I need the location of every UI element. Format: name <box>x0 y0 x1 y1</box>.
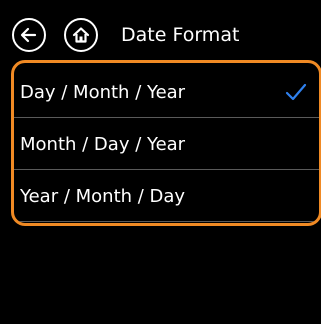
option-label: Year / Month / Day <box>20 186 186 207</box>
page-title: Date Format <box>121 24 240 46</box>
arrow-left-icon <box>20 27 37 43</box>
option-label: Month / Day / Year <box>20 134 186 155</box>
option-month-day-year[interactable]: Month / Day / Year <box>14 119 319 170</box>
date-format-options: Day / Month / Year Month / Day / Year Ye… <box>11 60 321 226</box>
option-label: Day / Month / Year <box>20 82 186 103</box>
back-button[interactable] <box>12 18 46 52</box>
header-bar: Date Format <box>0 0 321 58</box>
option-day-month-year[interactable]: Day / Month / Year <box>14 67 319 118</box>
home-button[interactable] <box>64 18 98 52</box>
checkmark-icon <box>285 83 307 101</box>
option-year-month-day[interactable]: Year / Month / Day <box>14 171 319 222</box>
home-icon <box>72 27 90 43</box>
